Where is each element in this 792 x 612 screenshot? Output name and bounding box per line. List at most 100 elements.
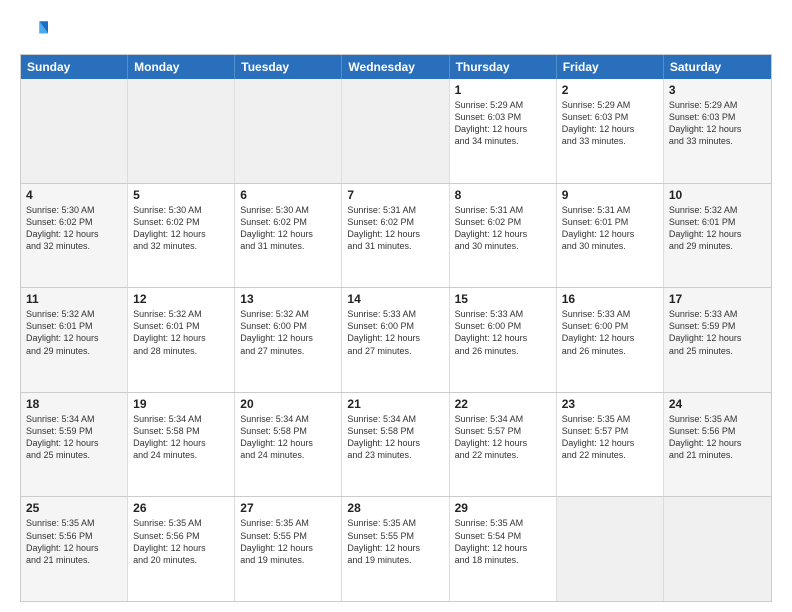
day-number: 4 (26, 188, 122, 202)
cal-cell-r3c3: 21 Sunrise: 5:34 AMSunset: 5:58 PMDayligh… (342, 393, 449, 497)
day-number: 20 (240, 397, 336, 411)
cal-cell-r0c0 (21, 79, 128, 183)
cell-info: Sunrise: 5:34 AMSunset: 5:59 PMDaylight:… (26, 413, 122, 462)
cal-cell-r2c2: 13 Sunrise: 5:32 AMSunset: 6:00 PMDayligh… (235, 288, 342, 392)
calendar-row-4: 25 Sunrise: 5:35 AMSunset: 5:56 PMDayligh… (21, 496, 771, 601)
cal-cell-r3c1: 19 Sunrise: 5:34 AMSunset: 5:58 PMDayligh… (128, 393, 235, 497)
cell-info: Sunrise: 5:29 AMSunset: 6:03 PMDaylight:… (562, 99, 658, 148)
calendar-row-1: 4 Sunrise: 5:30 AMSunset: 6:02 PMDaylight… (21, 183, 771, 288)
cal-cell-r1c6: 10 Sunrise: 5:32 AMSunset: 6:01 PMDayligh… (664, 184, 771, 288)
cal-cell-r1c4: 8 Sunrise: 5:31 AMSunset: 6:02 PMDaylight… (450, 184, 557, 288)
cal-cell-r3c4: 22Sunrise: 5:34 AMSunset: 5:57 PMDayligh… (450, 393, 557, 497)
calendar-body: 1 Sunrise: 5:29 AMSunset: 6:03 PMDaylight… (21, 79, 771, 601)
day-number: 6 (240, 188, 336, 202)
cell-info: Sunrise: 5:33 AMSunset: 6:00 PMDaylight:… (347, 308, 443, 357)
day-number: 18 (26, 397, 122, 411)
cal-cell-r2c3: 14 Sunrise: 5:33 AMSunset: 6:00 PMDayligh… (342, 288, 449, 392)
cal-cell-r0c1 (128, 79, 235, 183)
header-saturday: Saturday (664, 55, 771, 79)
day-number: 2 (562, 83, 658, 97)
cell-info: Sunrise: 5:35 AMSunset: 5:56 PMDaylight:… (26, 517, 122, 566)
cell-info: Sunrise: 5:29 AMSunset: 6:03 PMDaylight:… (669, 99, 766, 148)
cell-info: Sunrise: 5:30 AMSunset: 6:02 PMDaylight:… (133, 204, 229, 253)
cal-cell-r1c2: 6 Sunrise: 5:30 AMSunset: 6:02 PMDaylight… (235, 184, 342, 288)
day-number: 3 (669, 83, 766, 97)
cell-info: Sunrise: 5:32 AMSunset: 6:01 PMDaylight:… (669, 204, 766, 253)
cell-info: Sunrise: 5:34 AMSunset: 5:58 PMDaylight:… (347, 413, 443, 462)
day-number: 12 (133, 292, 229, 306)
day-number: 19 (133, 397, 229, 411)
calendar-row-3: 18 Sunrise: 5:34 AMSunset: 5:59 PMDayligh… (21, 392, 771, 497)
cal-cell-r4c6 (664, 497, 771, 601)
cell-info: Sunrise: 5:34 AMSunset: 5:58 PMDaylight:… (133, 413, 229, 462)
cal-cell-r0c2 (235, 79, 342, 183)
day-number: 16 (562, 292, 658, 306)
cal-cell-r2c1: 12 Sunrise: 5:32 AMSunset: 6:01 PMDayligh… (128, 288, 235, 392)
cell-info: Sunrise: 5:33 AMSunset: 5:59 PMDaylight:… (669, 308, 766, 357)
cell-info: Sunrise: 5:29 AMSunset: 6:03 PMDaylight:… (455, 99, 551, 148)
cal-cell-r2c5: 16 Sunrise: 5:33 AMSunset: 6:00 PMDayligh… (557, 288, 664, 392)
cal-cell-r0c5: 2 Sunrise: 5:29 AMSunset: 6:03 PMDaylight… (557, 79, 664, 183)
day-number: 13 (240, 292, 336, 306)
cal-cell-r0c4: 1 Sunrise: 5:29 AMSunset: 6:03 PMDaylight… (450, 79, 557, 183)
page-header (20, 16, 772, 44)
cal-cell-r2c4: 15 Sunrise: 5:33 AMSunset: 6:00 PMDayligh… (450, 288, 557, 392)
calendar-row-0: 1 Sunrise: 5:29 AMSunset: 6:03 PMDaylight… (21, 79, 771, 183)
calendar-row-2: 11 Sunrise: 5:32 AMSunset: 6:01 PMDayligh… (21, 287, 771, 392)
cal-cell-r1c3: 7 Sunrise: 5:31 AMSunset: 6:02 PMDaylight… (342, 184, 449, 288)
calendar: SundayMondayTuesdayWednesdayThursdayFrid… (20, 54, 772, 602)
cal-cell-r1c5: 9 Sunrise: 5:31 AMSunset: 6:01 PMDaylight… (557, 184, 664, 288)
day-number: 26 (133, 501, 229, 515)
cal-cell-r2c0: 11 Sunrise: 5:32 AMSunset: 6:01 PMDayligh… (21, 288, 128, 392)
day-number: 22 (455, 397, 551, 411)
cell-info: Sunrise: 5:33 AMSunset: 6:00 PMDaylight:… (562, 308, 658, 357)
day-number: 7 (347, 188, 443, 202)
cal-cell-r4c4: 29 Sunrise: 5:35 AMSunset: 5:54 PMDayligh… (450, 497, 557, 601)
cal-cell-r0c3 (342, 79, 449, 183)
day-number: 10 (669, 188, 766, 202)
day-number: 5 (133, 188, 229, 202)
cal-cell-r1c1: 5 Sunrise: 5:30 AMSunset: 6:02 PMDaylight… (128, 184, 235, 288)
day-number: 1 (455, 83, 551, 97)
day-number: 25 (26, 501, 122, 515)
day-number: 27 (240, 501, 336, 515)
day-number: 15 (455, 292, 551, 306)
header-tuesday: Tuesday (235, 55, 342, 79)
day-number: 8 (455, 188, 551, 202)
cal-cell-r2c6: 17 Sunrise: 5:33 AMSunset: 5:59 PMDayligh… (664, 288, 771, 392)
day-number: 9 (562, 188, 658, 202)
cal-cell-r4c2: 27Sunrise: 5:35 AMSunset: 5:55 PMDayligh… (235, 497, 342, 601)
cell-info: Sunrise: 5:35 AMSunset: 5:54 PMDaylight:… (455, 517, 551, 566)
cal-cell-r4c3: 28Sunrise: 5:35 AMSunset: 5:55 PMDayligh… (342, 497, 449, 601)
logo (20, 16, 52, 44)
cal-cell-r4c1: 26 Sunrise: 5:35 AMSunset: 5:56 PMDayligh… (128, 497, 235, 601)
cell-info: Sunrise: 5:30 AMSunset: 6:02 PMDaylight:… (26, 204, 122, 253)
logo-icon (20, 16, 48, 44)
header-wednesday: Wednesday (342, 55, 449, 79)
day-number: 21 (347, 397, 443, 411)
cell-info: Sunrise: 5:32 AMSunset: 6:01 PMDaylight:… (133, 308, 229, 357)
cal-cell-r1c0: 4 Sunrise: 5:30 AMSunset: 6:02 PMDaylight… (21, 184, 128, 288)
day-number: 17 (669, 292, 766, 306)
cell-info: Sunrise: 5:30 AMSunset: 6:02 PMDaylight:… (240, 204, 336, 253)
cal-cell-r3c2: 20 Sunrise: 5:34 AMSunset: 5:58 PMDayligh… (235, 393, 342, 497)
cell-info: Sunrise: 5:31 AMSunset: 6:01 PMDaylight:… (562, 204, 658, 253)
header-friday: Friday (557, 55, 664, 79)
day-number: 24 (669, 397, 766, 411)
cell-info: Sunrise: 5:35 AMSunset: 5:55 PMDaylight:… (347, 517, 443, 566)
cell-info: Sunrise: 5:33 AMSunset: 6:00 PMDaylight:… (455, 308, 551, 357)
day-number: 14 (347, 292, 443, 306)
cell-info: Sunrise: 5:31 AMSunset: 6:02 PMDaylight:… (347, 204, 443, 253)
cal-cell-r3c0: 18 Sunrise: 5:34 AMSunset: 5:59 PMDayligh… (21, 393, 128, 497)
day-number: 23 (562, 397, 658, 411)
cell-info: Sunrise: 5:35 AMSunset: 5:56 PMDaylight:… (133, 517, 229, 566)
cell-info: Sunrise: 5:32 AMSunset: 6:00 PMDaylight:… (240, 308, 336, 357)
header-monday: Monday (128, 55, 235, 79)
cell-info: Sunrise: 5:34 AMSunset: 5:58 PMDaylight:… (240, 413, 336, 462)
cell-info: Sunrise: 5:31 AMSunset: 6:02 PMDaylight:… (455, 204, 551, 253)
cell-info: Sunrise: 5:32 AMSunset: 6:01 PMDaylight:… (26, 308, 122, 357)
day-number: 11 (26, 292, 122, 306)
day-number: 29 (455, 501, 551, 515)
cal-cell-r4c0: 25 Sunrise: 5:35 AMSunset: 5:56 PMDayligh… (21, 497, 128, 601)
cal-cell-r3c5: 23Sunrise: 5:35 AMSunset: 5:57 PMDayligh… (557, 393, 664, 497)
